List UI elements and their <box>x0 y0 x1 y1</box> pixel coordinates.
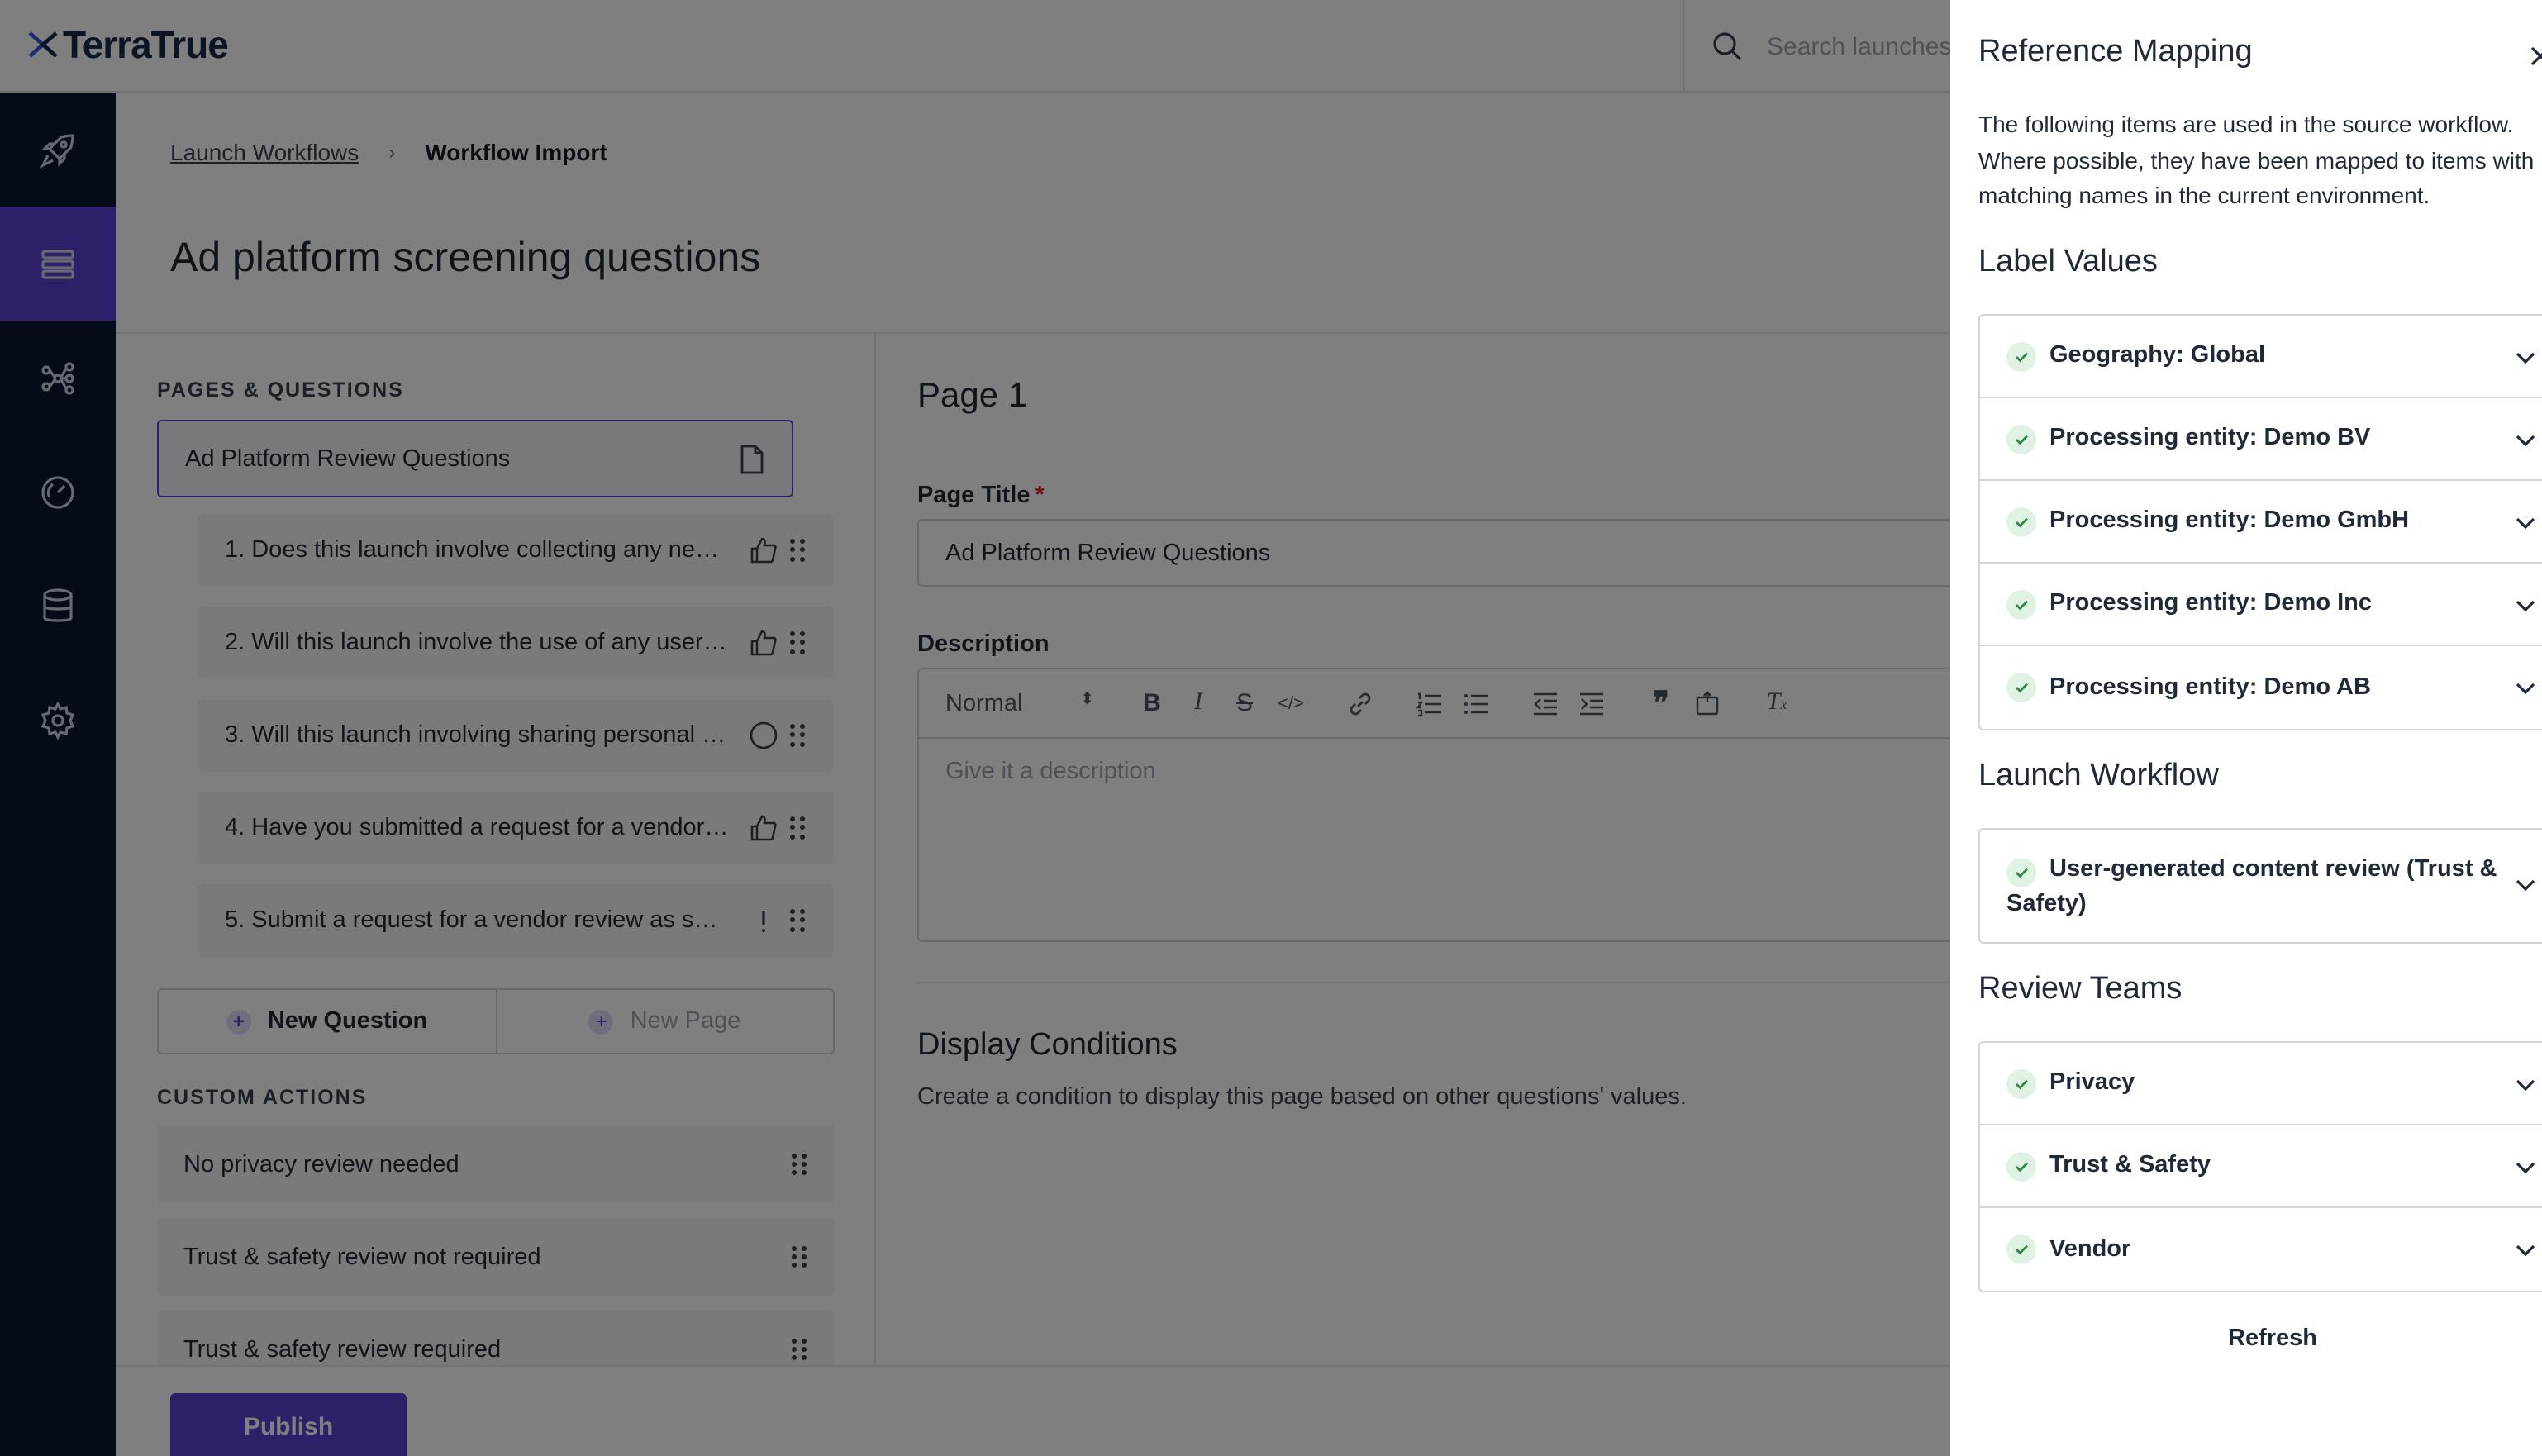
check-icon <box>2006 673 2036 702</box>
drawer-intro: The following items are used in the sour… <box>1978 111 2535 208</box>
chevron-down-icon <box>2516 351 2535 364</box>
check-icon <box>2006 1068 2036 1098</box>
mapping-item[interactable]: Trust & Safety <box>1980 1125 2542 1208</box>
chevron-down-icon <box>2516 1244 2535 1257</box>
check-icon <box>2006 1235 2036 1264</box>
mapping-item-label: Processing entity: Demo AB <box>2049 673 2371 700</box>
reference-mapping-drawer: Reference Mapping The following items ar… <box>1950 0 2542 1456</box>
mapping-item-label: User-generated content review (Trust & S… <box>2006 853 2499 922</box>
check-icon <box>2006 341 2036 371</box>
mapping-item[interactable]: Processing entity: Demo AB <box>1980 646 2542 729</box>
mapping-item-label: Processing entity: Demo Inc <box>2049 590 2372 616</box>
mapping-item[interactable]: Vendor <box>1980 1208 2542 1291</box>
drawer-title: Reference Mapping <box>1978 35 2253 69</box>
chevron-down-icon <box>2516 516 2535 529</box>
close-button[interactable] <box>2524 40 2542 73</box>
launch-workflow-list: User-generated content review (Trust & S… <box>1978 828 2542 944</box>
chevron-down-icon <box>2516 1161 2535 1173</box>
check-icon <box>2006 1151 2036 1181</box>
launch-workflow-title: Launch Workflow <box>1978 759 2219 793</box>
review-teams-list: Privacy Trust & Safety Vendor <box>1978 1041 2542 1292</box>
label-values-list: Geography: Global Processing entity: Dem… <box>1978 314 2542 730</box>
mapping-item-label: Geography: Global <box>2049 342 2266 369</box>
label-values-title: Label Values <box>1978 245 2158 279</box>
mapping-item-text: User-generated content review (Trust & S… <box>2006 856 2497 917</box>
chevron-down-icon <box>2516 1078 2535 1091</box>
check-icon <box>2006 589 2036 619</box>
mapping-item-label: Vendor <box>2049 1235 2131 1262</box>
chevron-down-icon <box>2516 434 2535 446</box>
mapping-item-label: Trust & Safety <box>2049 1152 2211 1178</box>
mapping-item[interactable]: Processing entity: Demo GmbH <box>1980 481 2542 564</box>
refresh-button[interactable]: Refresh <box>1978 1325 2542 1352</box>
check-icon <box>2006 507 2036 536</box>
mapping-item[interactable]: Processing entity: Demo BV <box>1980 398 2542 481</box>
close-icon <box>2530 46 2542 66</box>
mapping-item[interactable]: User-generated content review (Trust & S… <box>1980 830 2542 942</box>
review-teams-title: Review Teams <box>1978 972 2183 1006</box>
modal-backdrop[interactable] <box>0 0 1950 1456</box>
mapping-item-label: Processing entity: Demo BV <box>2049 425 2371 451</box>
mapping-item[interactable]: Processing entity: Demo Inc <box>1980 564 2542 646</box>
check-icon <box>2006 858 2036 887</box>
chevron-down-icon <box>2516 599 2535 611</box>
mapping-item-label: Privacy <box>2049 1069 2135 1096</box>
mapping-item-label: Processing entity: Demo GmbH <box>2049 507 2410 534</box>
chevron-down-icon <box>2516 879 2535 892</box>
chevron-down-icon <box>2516 683 2535 695</box>
mapping-item[interactable]: Geography: Global <box>1980 316 2542 398</box>
mapping-item[interactable]: Privacy <box>1980 1043 2542 1125</box>
check-icon <box>2006 424 2036 454</box>
